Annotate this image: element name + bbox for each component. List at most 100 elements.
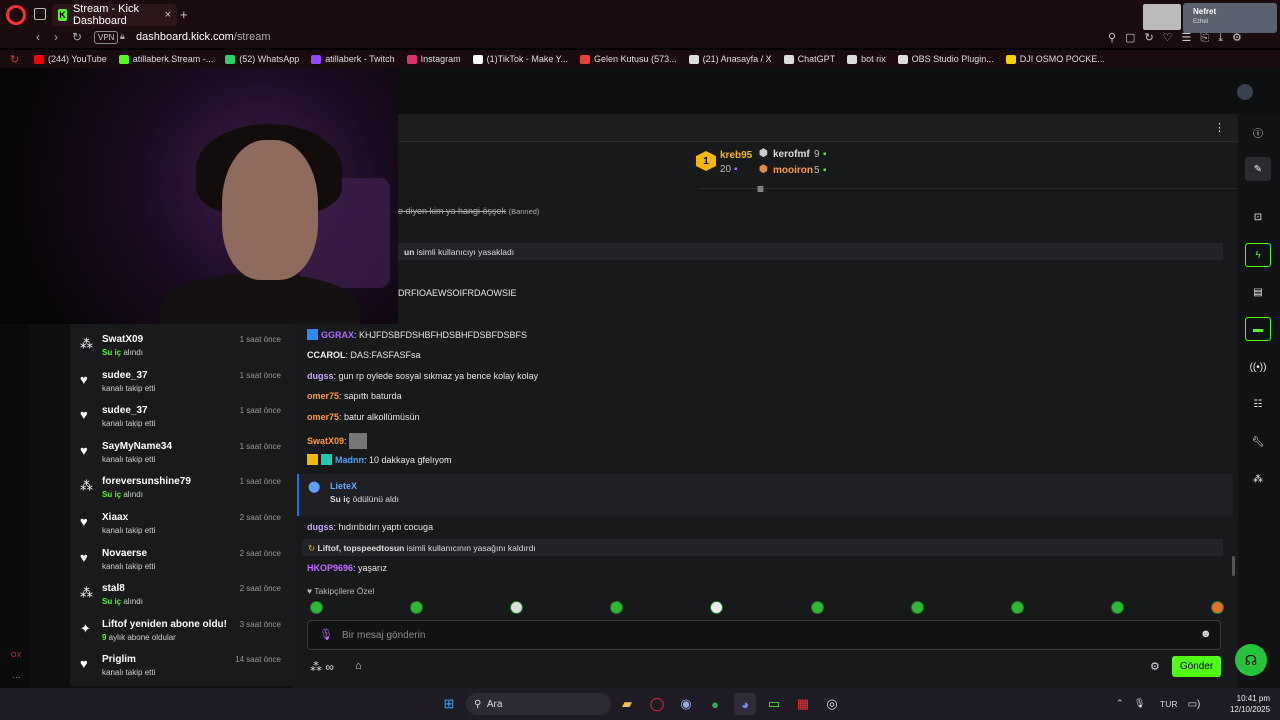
bookmark-item[interactable]: atillaberk Stream -...	[118, 54, 213, 64]
more-icon[interactable]: ···	[12, 672, 21, 682]
opera-icon[interactable]: ◯	[646, 693, 668, 715]
chat-username[interactable]: dugss	[307, 371, 334, 381]
system-tray[interactable]: ⌃ 🎙︎	[1116, 698, 1149, 709]
chat-username[interactable]: Madnn	[335, 455, 364, 465]
feed-name[interactable]: SwatX09	[102, 334, 143, 345]
edit-icon[interactable]: ✎	[1245, 157, 1271, 181]
emote-icon[interactable]	[410, 601, 424, 614]
browser-toolbar-icons[interactable]: ⚲▢↻♡☰⎘⤓⚙	[1108, 31, 1251, 45]
browser-tab[interactable]: K Stream - Kick Dashboard ×	[52, 3, 177, 27]
feed-item[interactable]: ♥ Xiaax 2 saat önce kanalı takip etti	[70, 506, 292, 541]
feed-item[interactable]: ♥ Novaerse 2 saat önce kanalı takip etti	[70, 542, 292, 577]
feed-name[interactable]: sudee_37	[102, 370, 148, 381]
reload-icon[interactable]: ↻	[72, 30, 82, 44]
tab-menu-icon[interactable]	[34, 8, 46, 20]
lightning-icon[interactable]: ϟ	[1245, 243, 1271, 267]
emote-icon[interactable]	[910, 601, 924, 614]
bookmark-item[interactable]: (244) YouTube	[34, 54, 107, 64]
settings-icon[interactable]: ⚙	[1150, 660, 1160, 673]
chat-input[interactable]	[307, 620, 1221, 650]
mic-icon[interactable]: 🎙︎	[319, 628, 333, 641]
feed-item[interactable]: ♥ sudee_37 1 saat önce kanalı takip etti	[70, 399, 292, 434]
chat-username[interactable]: HKOP9696	[307, 563, 353, 573]
emote-icon[interactable]	[1210, 601, 1224, 614]
lock-icon[interactable]: 🔒︎	[120, 31, 125, 42]
discord-icon[interactable]: ◕	[734, 693, 756, 715]
close-tab-icon[interactable]: ×	[165, 9, 171, 21]
chat-icon[interactable]: ▬	[1245, 317, 1271, 341]
feed-item[interactable]: ♥ Priglim 14 saat önce kanalı takip etti	[70, 648, 292, 683]
feed-item[interactable]: ⁂ SwatX09 1 saat önce Su iç alındı	[70, 328, 292, 363]
feed-name[interactable]: Liftof yeniden abone oldu!	[102, 619, 227, 630]
chat-username[interactable]: CCAROL	[307, 350, 346, 360]
steam-icon[interactable]: ◉	[675, 693, 697, 715]
emote-icon[interactable]	[810, 601, 824, 614]
emote-icon[interactable]	[510, 601, 524, 614]
bookmark-item[interactable]: DJI OSMO POCKE...	[1005, 54, 1105, 64]
emoji-icon[interactable]: ☻	[1200, 628, 1212, 640]
clock[interactable]: 10:41 pm 12/10/2025	[1224, 693, 1270, 715]
emote-icon[interactable]	[1010, 601, 1024, 614]
network-volume-icons[interactable]: ▭)	[1183, 693, 1205, 715]
forward-icon[interactable]: ›	[54, 30, 58, 44]
feed-item[interactable]: ♥ SayMyName34 1 saat önce kanalı takip etti	[70, 435, 292, 470]
new-tab-button[interactable]: +	[180, 7, 188, 22]
ox-icon[interactable]: OX	[11, 652, 21, 659]
feed-name[interactable]: Novaerse	[102, 548, 147, 559]
taskbar-search[interactable]: ⚲ Ara	[466, 693, 611, 715]
bookmark-item[interactable]: Instagram	[406, 54, 461, 64]
wrench-icon[interactable]: 🔧︎	[1245, 430, 1271, 454]
chat-tools-icon[interactable]: ⁂ ∞	[310, 660, 334, 674]
leader-first-name[interactable]: kreb95	[720, 150, 752, 161]
chrome-icon[interactable]: ◎	[821, 693, 843, 715]
chat-input-placeholder[interactable]: Bir mesaj gönderin	[342, 630, 425, 641]
store-icon[interactable]: ⌂	[355, 660, 362, 672]
chat-username[interactable]: dugss	[307, 522, 334, 532]
feed-name[interactable]: SayMyName34	[102, 441, 172, 452]
feed-item[interactable]: ✦ Liftof yeniden abone oldu! 3 saat önce 9 …	[70, 613, 292, 648]
folder-icon[interactable]: ▰	[616, 693, 638, 715]
back-icon[interactable]: ‹	[36, 30, 40, 44]
emote-icon[interactable]	[710, 601, 724, 614]
bookmark-item[interactable]: bot rix	[847, 54, 886, 64]
chat-username[interactable]: GGRAX	[321, 330, 354, 340]
bookmark-item[interactable]: ChatGPT	[783, 54, 835, 64]
bookmark-item[interactable]: Gelen Kutusu (573...	[580, 54, 677, 64]
emote-icon[interactable]	[310, 601, 323, 614]
chat-username[interactable]: omer75	[307, 391, 339, 401]
reward-user[interactable]: LieteX	[330, 481, 357, 491]
feed-name[interactable]: foreversunshine79	[102, 476, 191, 487]
leader-second-name[interactable]: kerofmf	[773, 149, 810, 160]
info-icon[interactable]: ⓘ	[1245, 120, 1271, 144]
feed-item[interactable]: ♥ sudee_37 1 saat önce kanalı takip etti	[70, 364, 292, 399]
leader-third-name[interactable]: mooiron	[773, 165, 813, 176]
bookmark-item[interactable]: (21) Anasayfa / X	[688, 54, 772, 64]
vpn-badge[interactable]: VPN	[94, 31, 119, 44]
pinned-messages-icon[interactable]: ≡	[757, 182, 764, 196]
profile-avatar[interactable]	[1237, 84, 1253, 100]
layout-icon[interactable]: ☷	[1245, 392, 1271, 416]
bookmark-item[interactable]: atillaberk - Twitch	[311, 54, 395, 64]
emote-icon[interactable]	[610, 601, 624, 614]
obs-monitor-icon[interactable]: ▭	[763, 693, 785, 715]
feed-name[interactable]: sudee_37	[102, 405, 148, 416]
apps-icon[interactable]: ⁂	[1245, 467, 1271, 491]
emote-icon[interactable]	[1110, 601, 1124, 614]
document-icon[interactable]: ▤	[1245, 280, 1271, 304]
feed-item[interactable]: ⁂ stal8 2 saat önce Su iç alındı	[70, 577, 292, 612]
feed-item[interactable]: ⁂ foreversunshine79 1 saat önce Su iç alınd…	[70, 470, 292, 505]
url-field[interactable]: dashboard.kick.com/stream	[136, 31, 271, 43]
app-icon[interactable]: ▦	[792, 693, 814, 715]
bookmark-item[interactable]: (52) WhatsApp	[225, 54, 299, 64]
send-button[interactable]: Gönder	[1172, 656, 1221, 677]
bookmark-item[interactable]: (1)TikTok - Make Y...	[472, 54, 568, 64]
opera-logo-icon[interactable]	[6, 5, 26, 25]
windows-start-icon[interactable]: ⊞	[438, 693, 460, 715]
broadcast-icon[interactable]: ((•))	[1245, 355, 1271, 379]
feed-name[interactable]: stal8	[102, 583, 125, 594]
feed-name[interactable]: Priglim	[102, 654, 136, 665]
language-indicator[interactable]: TUR	[1160, 699, 1177, 709]
now-playing-notification[interactable]: Nefret Ezhel	[1183, 3, 1277, 33]
chat-username[interactable]: SwatX09	[307, 436, 344, 446]
chat-options-icon[interactable]: ⋮	[1214, 121, 1225, 134]
